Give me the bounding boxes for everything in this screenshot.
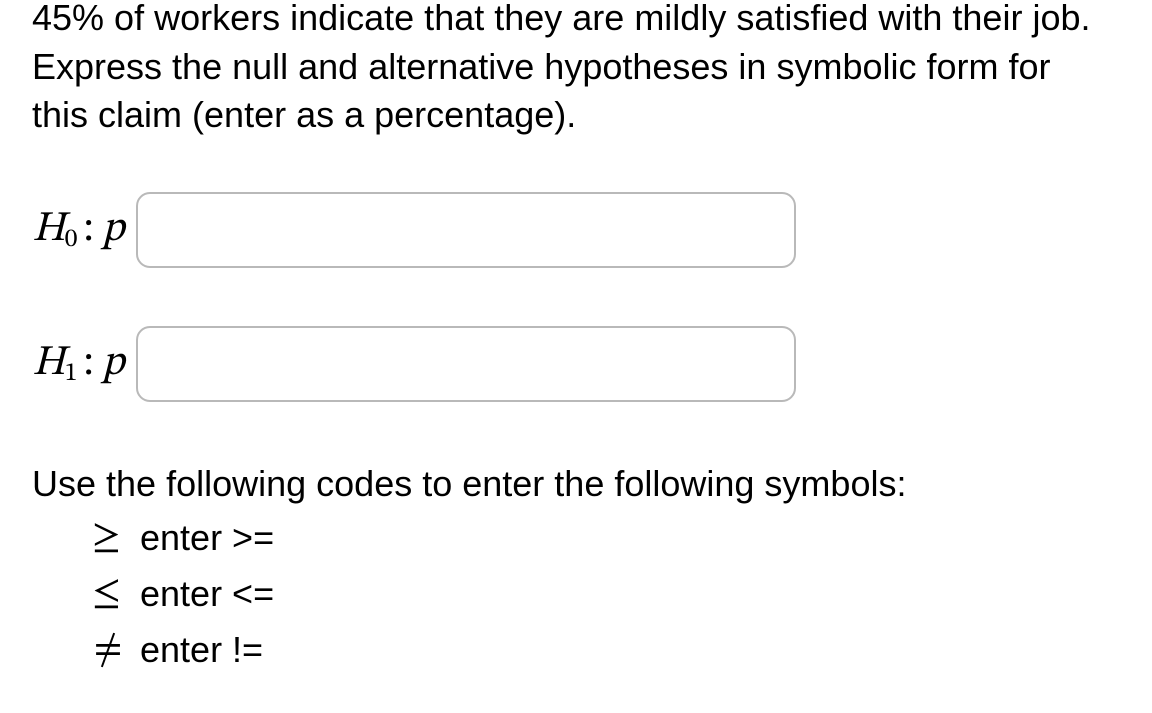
- h0-input[interactable]: [136, 192, 796, 268]
- h1-input[interactable]: [136, 326, 796, 402]
- h0-sub: 0: [65, 224, 78, 257]
- h0-p: p: [102, 203, 125, 256]
- h0-colon: :: [84, 203, 94, 256]
- h1-colon: :: [84, 337, 94, 390]
- h1-sub: 1: [65, 358, 78, 391]
- codes-list: ≥ enter >= ≤ enter <= enter !=: [32, 510, 1120, 678]
- h1-label: H1 : p: [32, 337, 124, 390]
- ge-text: enter >=: [140, 513, 274, 563]
- ne-text: enter !=: [140, 625, 263, 675]
- h1-H: H: [32, 337, 65, 390]
- h0-label: H0 : p: [32, 203, 124, 256]
- h0-H: H: [32, 203, 65, 256]
- le-text: enter <=: [140, 569, 274, 619]
- ge-symbol-icon: ≥: [92, 510, 136, 566]
- neq-glyph: [92, 622, 124, 678]
- code-row-le: ≤ enter <=: [92, 566, 1120, 622]
- hypothesis-block: H0 : p H1 : p: [32, 192, 1120, 402]
- h0-row: H0 : p: [32, 192, 1120, 268]
- question-container: 45% of workers indicate that they are mi…: [0, 0, 1152, 678]
- h1-row: H1 : p: [32, 326, 1120, 402]
- codes-intro: Use the following codes to enter the fol…: [32, 460, 1120, 509]
- h1-p: p: [102, 337, 125, 390]
- question-text: 45% of workers indicate that they are mi…: [32, 0, 1120, 140]
- le-symbol-icon: ≤: [92, 566, 136, 622]
- code-row-ge: ≥ enter >=: [92, 510, 1120, 566]
- code-row-ne: enter !=: [92, 622, 1120, 678]
- ne-symbol-icon: [92, 622, 136, 678]
